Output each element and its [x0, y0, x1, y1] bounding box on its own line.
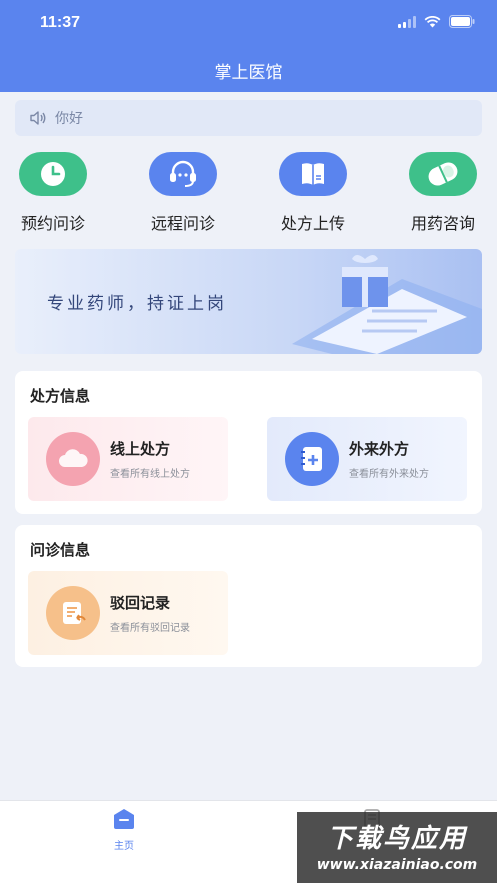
reject-record-icon [46, 586, 100, 640]
prescription-card: 处方信息 线上处方 查看所有线上处方 外来外方 查看所有外来处方 [15, 371, 482, 514]
external-prescription-tile[interactable]: 外来外方 查看所有外来处方 [267, 417, 467, 501]
home-icon [114, 809, 134, 829]
tile-subtitle: 查看所有驳回记录 [110, 623, 190, 634]
notebook-add-icon [285, 432, 339, 486]
tile-subtitle: 查看所有线上处方 [110, 469, 190, 480]
consultation-card: 问诊信息 驳回记录 查看所有驳回记录 [15, 525, 482, 667]
watermark: 下载鸟应用 www.xiazainiao.com [297, 812, 497, 883]
wifi-icon [424, 15, 441, 28]
tile-title: 外来外方 [349, 440, 410, 458]
watermark-sub: www.xiazainiao.com [316, 857, 478, 873]
watermark-main: 下载鸟应用 [326, 824, 467, 854]
tile-title: 线上处方 [110, 440, 171, 458]
tab-label: 主页 [114, 841, 134, 852]
promo-banner[interactable]: 专业药师，持证上岗 [15, 249, 482, 354]
pill-icon [409, 152, 477, 196]
banner-illustration [292, 255, 482, 354]
prescription-section-title: 处方信息 [30, 387, 91, 405]
online-prescription-tile[interactable]: 线上处方 查看所有线上处方 [28, 417, 228, 501]
tile-title: 驳回记录 [110, 594, 171, 612]
status-icons [398, 15, 475, 28]
book-icon [279, 152, 347, 196]
status-bar: 11:37 [0, 0, 497, 44]
tab-home[interactable]: 主页 [84, 807, 164, 852]
tile-subtitle: 查看所有外来处方 [349, 469, 429, 480]
quick-action-label: 预约问诊 [20, 214, 85, 233]
clock-icon [19, 152, 87, 196]
quick-action-upload[interactable]: 处方上传 [258, 152, 368, 234]
cloud-icon [46, 432, 100, 486]
battery-icon [449, 15, 475, 28]
reject-record-tile[interactable]: 驳回记录 查看所有驳回记录 [28, 571, 228, 655]
customer-service-icon [149, 152, 217, 196]
banner-text: 专业药师，持证上岗 [47, 294, 227, 314]
quick-action-appointment[interactable]: 预约问诊 [0, 152, 108, 234]
quick-action-medication[interactable]: 用药咨询 [388, 152, 497, 234]
notice-bar[interactable]: 你好 [15, 100, 482, 136]
notice-text: 你好 [55, 111, 83, 127]
quick-action-remote[interactable]: 远程问诊 [128, 152, 238, 234]
quick-action-label: 处方上传 [280, 214, 345, 233]
quick-action-label: 用药咨询 [410, 214, 475, 233]
speaker-icon [29, 110, 47, 126]
app-title: 掌上医馆 [214, 63, 283, 83]
signal-icon [398, 15, 416, 28]
status-time: 11:37 [40, 14, 81, 31]
quick-action-label: 远程问诊 [150, 214, 215, 233]
quick-actions: 预约问诊 远程问诊 处方上传 用药咨询 [0, 152, 497, 238]
consult-section-title: 问诊信息 [30, 541, 91, 559]
app-header: 11:37 掌上医馆 [0, 0, 497, 92]
